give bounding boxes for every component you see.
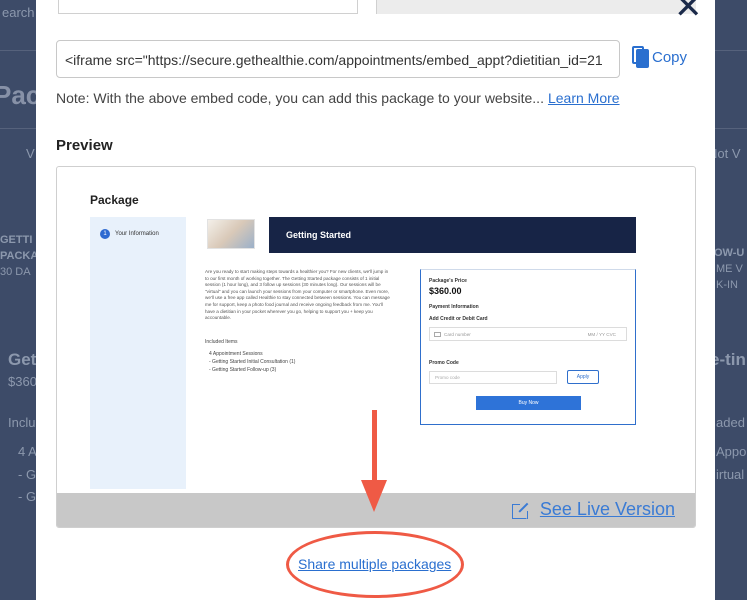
preview-buy-button: Buy Now [476,396,581,410]
preview-promo-label: Promo Code [429,360,459,366]
preview-step: 1 Your Information [100,229,159,239]
bg-price-left: $360 [8,374,37,389]
bg-incl-right: aded [716,415,745,430]
bg-name-left: Get [8,350,37,369]
bg-item-left-1: 4 A [18,444,37,459]
bg-item-left-3: - G [18,489,37,504]
bg-card-title-1: GETTI [0,234,33,246]
preview-card-placeholder: Card number [444,332,471,337]
preview-included-item: - Getting Started Follow-up (3) [209,367,277,373]
embed-code-field[interactable]: <iframe src="https://secure.gethealthie.… [56,40,620,78]
learn-more-link[interactable]: Learn More [548,90,620,106]
preview-card-expiry: MM / YY CVC [587,332,616,337]
preview-description: Are you ready to start making steps towa… [205,269,390,321]
close-icon[interactable]: ✕ [674,0,703,24]
preview-package-heading: Package [90,193,139,207]
preview-payment-card: Package's Price $360.00 Payment Informat… [420,269,636,425]
annotation-arrow-head [361,480,387,512]
preview-price-label: Package's Price [429,278,467,284]
preview-card-input: Card number MM / YY CVC [429,327,627,341]
embed-note: Note: With the above embed code, you can… [56,90,620,106]
bg-item-right-2: irtual [716,467,745,482]
card-icon [434,332,441,337]
preview-payment-label: Payment Information [429,304,479,310]
preview-included-item: - Getting Started Initial Consultation (… [209,359,296,365]
see-live-version-link[interactable]: See Live Version [511,499,675,520]
bg-status-left: V [26,146,35,161]
annotation-arrow [372,410,377,482]
embed-note-text: Note: With the above embed code, you can… [56,90,544,106]
preview-promo-input: Promo code [429,371,557,384]
preview-included-item: 4 Appointment Sessions [209,351,263,357]
bg-item-left-2: - G [18,467,37,482]
preview-logo-image [207,219,255,249]
preview-step-number: 1 [100,229,110,239]
bg-name-right: e-tin [710,350,746,369]
copy-icon [632,46,649,68]
bg-card-title-r1: OW-U [714,247,745,259]
see-live-version-label: See Live Version [539,499,675,519]
preview-sidebar: 1 Your Information [90,217,186,489]
bg-card-title-r2: ME V [716,263,743,275]
annotation-circle [286,531,464,598]
preview-apply-button: Apply [567,370,599,384]
copy-button[interactable]: Copy [632,46,687,68]
bg-search: earch [2,5,35,20]
bg-card-sub: 30 DA [0,266,31,278]
bg-incl-left: Inclu [8,415,36,430]
bg-card-title-2: PACKA [0,250,39,262]
preview-title: Preview [56,137,113,154]
preview-card-label: Add Credit or Debit Card [429,316,488,322]
modal-top-tab-left [58,0,358,14]
bg-card-title-r3: K-IN [716,279,738,291]
preview-price: $360.00 [429,286,462,296]
copy-label: Copy [652,48,688,66]
preview-step-label: Your Information [115,231,159,237]
external-link-icon [511,501,530,519]
bg-item-right-1: Appo [716,444,747,459]
preview-banner: Getting Started [269,217,636,253]
preview-included-title: Included Items [205,339,238,345]
modal-top-tab-right [376,0,696,14]
